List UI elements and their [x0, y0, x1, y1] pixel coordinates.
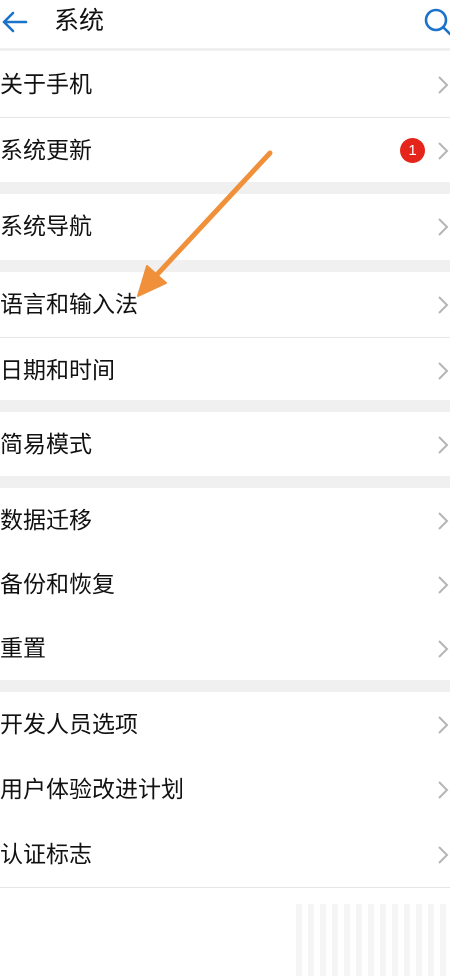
search-icon: [424, 8, 450, 36]
chevron-right-icon: [438, 436, 449, 454]
watermark: [296, 904, 450, 976]
menu-item-label: 重置: [0, 636, 46, 662]
menu-item-language-input[interactable]: 语言和输入法: [0, 272, 450, 338]
back-button[interactable]: [0, 6, 34, 38]
menu-item-label: 简易模式: [0, 432, 92, 458]
group-separator: [0, 182, 450, 194]
chevron-right-icon: [438, 142, 449, 160]
chevron-right-icon: [438, 296, 449, 314]
chevron-right-icon: [438, 576, 449, 594]
chevron-right-icon: [438, 76, 449, 94]
menu-item-label: 系统更新: [0, 138, 92, 164]
menu-item-label: 关于手机: [0, 72, 92, 98]
menu-item-label: 语言和输入法: [0, 292, 138, 318]
menu-item-date-time[interactable]: 日期和时间: [0, 338, 450, 404]
chevron-right-icon: [438, 716, 449, 734]
menu-item-label: 备份和恢复: [0, 572, 115, 598]
row-divider: [0, 887, 450, 888]
menu-item-label: 日期和时间: [0, 358, 115, 384]
chevron-right-icon: [438, 781, 449, 799]
menu-item-developer-options[interactable]: 开发人员选项: [0, 692, 450, 758]
system-settings-page: 系统 关于手机 系统更新 1 系统导航 语言和输入法 日期和时间 简易模式 数据…: [0, 0, 450, 976]
update-count-badge: 1: [400, 138, 425, 163]
header-divider: [0, 48, 450, 51]
chevron-right-icon: [438, 218, 449, 236]
group-separator: [0, 476, 450, 488]
chevron-right-icon: [438, 846, 449, 864]
menu-item-system-navigation[interactable]: 系统导航: [0, 194, 450, 260]
menu-item-label: 认证标志: [0, 842, 92, 868]
group-separator: [0, 680, 450, 692]
menu-item-label: 开发人员选项: [0, 712, 138, 738]
menu-item-label: 系统导航: [0, 214, 92, 240]
chevron-right-icon: [438, 362, 449, 380]
menu-item-simple-mode[interactable]: 简易模式: [0, 412, 450, 478]
chevron-right-icon: [438, 640, 449, 658]
menu-item-user-experience-program[interactable]: 用户体验改进计划: [0, 757, 450, 823]
menu-item-certification-logos[interactable]: 认证标志: [0, 822, 450, 888]
page-title: 系统: [54, 6, 105, 35]
group-separator: [0, 260, 450, 272]
menu-item-data-migration[interactable]: 数据迁移: [0, 488, 450, 554]
search-button[interactable]: [422, 6, 450, 36]
menu-item-reset[interactable]: 重置: [0, 616, 450, 682]
menu-item-label: 数据迁移: [0, 508, 92, 534]
arrow-left-icon: [2, 11, 28, 33]
menu-item-backup-restore[interactable]: 备份和恢复: [0, 552, 450, 618]
menu-item-about-phone[interactable]: 关于手机: [0, 52, 450, 118]
menu-item-label: 用户体验改进计划: [0, 777, 184, 803]
menu-item-system-update[interactable]: 系统更新: [0, 118, 450, 184]
chevron-right-icon: [438, 512, 449, 530]
group-separator: [0, 400, 450, 412]
app-header: 系统: [0, 0, 450, 48]
